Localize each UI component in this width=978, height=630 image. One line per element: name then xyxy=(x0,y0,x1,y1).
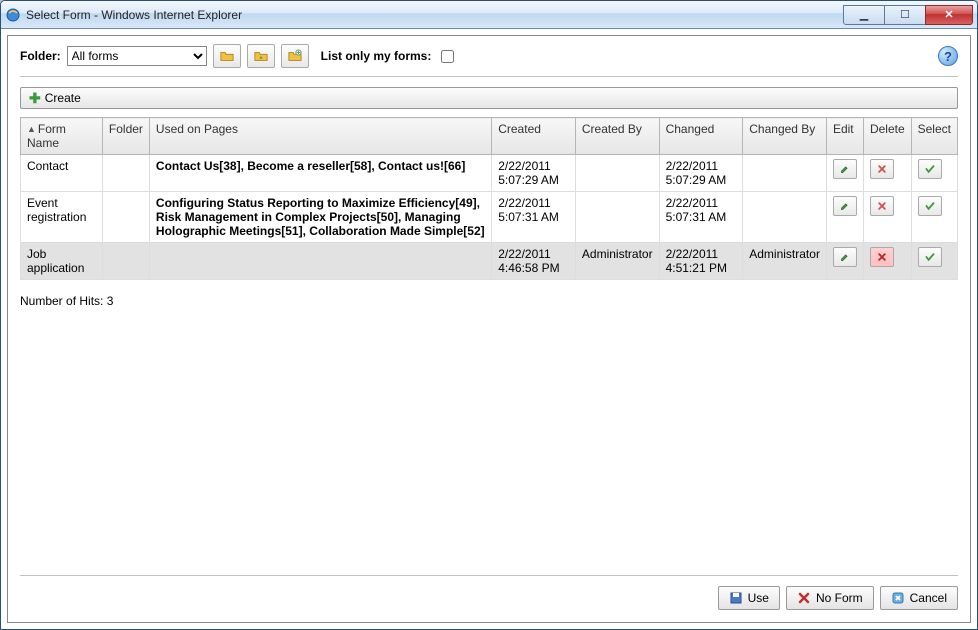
col-changed[interactable]: Changed xyxy=(659,118,743,155)
cell-changed-by: Administrator xyxy=(743,243,827,280)
cancel-icon xyxy=(891,591,905,605)
plus-icon: ✚ xyxy=(29,91,41,105)
col-delete: Delete xyxy=(863,118,911,155)
cell-created: 2/22/2011 5:07:31 AM xyxy=(492,192,576,243)
cell-name: Event registration xyxy=(21,192,103,243)
table-row: Event registration Configuring Status Re… xyxy=(21,192,958,243)
cancel-button[interactable]: Cancel xyxy=(880,586,958,610)
col-form-name[interactable]: ▲Form Name xyxy=(21,118,103,155)
cell-pages: Contact Us[38], Become a reseller[58], C… xyxy=(149,155,491,192)
col-select: Select xyxy=(911,118,957,155)
cell-created-by xyxy=(575,192,659,243)
col-edit: Edit xyxy=(826,118,863,155)
titlebar: Select Form - Windows Internet Explorer … xyxy=(1,1,977,29)
maximize-button[interactable]: ☐ xyxy=(884,5,926,25)
col-folder[interactable]: Folder xyxy=(102,118,149,155)
edit-button[interactable] xyxy=(833,247,857,267)
cell-folder xyxy=(102,155,149,192)
close-button[interactable]: ✕ xyxy=(925,5,973,25)
folder-select[interactable]: All forms xyxy=(67,46,207,66)
delete-button[interactable] xyxy=(870,196,894,216)
create-button[interactable]: ✚ Create xyxy=(20,87,958,109)
ie-icon xyxy=(5,7,21,23)
folder-label: Folder: xyxy=(20,49,61,63)
help-icon: ? xyxy=(944,49,952,64)
toolbar: Folder: All forms List only my forms: ? xyxy=(20,44,958,72)
sort-asc-icon: ▲ xyxy=(27,124,36,134)
folder-open-button[interactable] xyxy=(213,44,241,68)
window: Select Form - Windows Internet Explorer … xyxy=(0,0,978,630)
window-title: Select Form - Windows Internet Explorer xyxy=(26,8,844,22)
col-used-on-pages[interactable]: Used on Pages xyxy=(149,118,491,155)
edit-button[interactable] xyxy=(833,196,857,216)
select-button[interactable] xyxy=(918,247,942,267)
no-form-button[interactable]: No Form xyxy=(786,586,874,610)
col-created-by[interactable]: Created By xyxy=(575,118,659,155)
x-icon xyxy=(797,591,811,605)
cell-pages: Configuring Status Reporting to Maximize… xyxy=(149,192,491,243)
cell-changed-by xyxy=(743,192,827,243)
cell-folder xyxy=(102,243,149,280)
cell-name: Job application xyxy=(21,243,103,280)
cell-name: Contact xyxy=(21,155,103,192)
cell-changed: 2/22/2011 4:51:21 PM xyxy=(659,243,743,280)
cell-pages xyxy=(149,243,491,280)
hits-label: Number of Hits: 3 xyxy=(20,294,958,308)
col-created[interactable]: Created xyxy=(492,118,576,155)
delete-button[interactable] xyxy=(870,247,894,267)
window-buttons: ▁ ☐ ✕ xyxy=(844,5,973,25)
edit-button[interactable] xyxy=(833,159,857,179)
footer: Use No Form Cancel xyxy=(20,575,958,610)
table-row: Job application 2/22/2011 4:46:58 PM Adm… xyxy=(21,243,958,280)
list-only-label: List only my forms: xyxy=(321,49,432,63)
cell-folder xyxy=(102,192,149,243)
save-icon xyxy=(729,591,743,605)
create-label: Create xyxy=(45,91,81,105)
cell-created-by: Administrator xyxy=(575,243,659,280)
col-changed-by[interactable]: Changed By xyxy=(743,118,827,155)
separator xyxy=(20,76,958,77)
select-button[interactable] xyxy=(918,159,942,179)
cell-created-by xyxy=(575,155,659,192)
forms-table: ▲Form Name Folder Used on Pages Created … xyxy=(20,117,958,280)
folder-up-button[interactable] xyxy=(247,44,275,68)
delete-button[interactable] xyxy=(870,159,894,179)
cell-created: 2/22/2011 5:07:29 AM xyxy=(492,155,576,192)
folder-new-button[interactable] xyxy=(281,44,309,68)
select-button[interactable] xyxy=(918,196,942,216)
cell-created: 2/22/2011 4:46:58 PM xyxy=(492,243,576,280)
minimize-button[interactable]: ▁ xyxy=(843,5,885,25)
cell-changed: 2/22/2011 5:07:29 AM xyxy=(659,155,743,192)
help-button[interactable]: ? xyxy=(938,46,958,66)
cell-changed: 2/22/2011 5:07:31 AM xyxy=(659,192,743,243)
list-only-checkbox[interactable] xyxy=(441,50,454,63)
dialog-content: Folder: All forms List only my forms: ? … xyxy=(7,35,971,623)
table-row: Contact Contact Us[38], Become a reselle… xyxy=(21,155,958,192)
use-button[interactable]: Use xyxy=(718,586,780,610)
cell-changed-by xyxy=(743,155,827,192)
